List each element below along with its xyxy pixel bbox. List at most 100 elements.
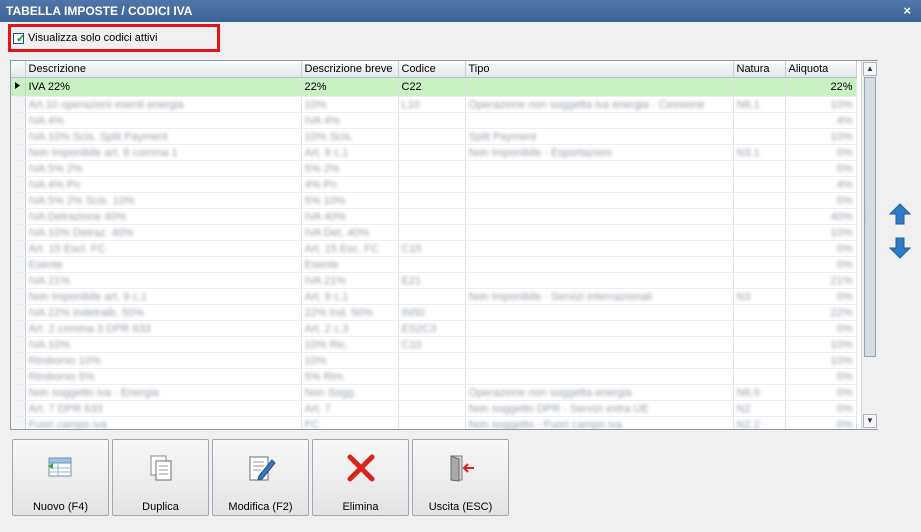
table-row[interactable]: Art.10 operazioni esenti energia 10% L10 Op…	[11, 96, 857, 113]
move-up-button[interactable]	[886, 200, 914, 228]
active-codes-checkbox[interactable]: ✓	[13, 33, 25, 45]
cell-codice[interactable]	[398, 160, 466, 177]
cell-codice[interactable]: C22	[398, 77, 466, 97]
cell-aliquota[interactable]: 22%	[785, 304, 857, 321]
cell-aliquota[interactable]: 5%	[785, 160, 857, 177]
column-header-tipo[interactable]: Tipo	[465, 61, 734, 78]
cell-codice[interactable]	[398, 192, 466, 209]
cell-natura[interactable]: N3	[733, 288, 786, 305]
cell-codice[interactable]: E21	[398, 272, 466, 289]
cell-tipo[interactable]: Split Payment	[465, 128, 734, 145]
cell-descrizione[interactable]: Fuori campo iva	[25, 416, 302, 429]
cell-codice[interactable]	[398, 208, 466, 225]
cell-natura[interactable]	[733, 304, 786, 321]
splitter-grip-icon[interactable]: ⁞ ⁞ ⁞	[864, 206, 872, 227]
cell-natura[interactable]	[733, 128, 786, 145]
cell-natura[interactable]: N2.2	[733, 416, 786, 429]
cell-natura[interactable]: N2	[733, 400, 786, 417]
cell-descrizione[interactable]: IVA 5% 2% Scis. 10%	[25, 192, 302, 209]
cell-tipo[interactable]	[465, 368, 734, 385]
close-icon[interactable]: ×	[903, 3, 911, 18]
cell-tipo[interactable]	[465, 240, 734, 257]
cell-codice[interactable]	[398, 256, 466, 273]
cell-natura[interactable]	[733, 256, 786, 273]
cell-descrizione-breve[interactable]: Art. 9 c.1	[301, 288, 399, 305]
cell-codice[interactable]	[398, 112, 466, 129]
cell-aliquota[interactable]: 10%	[785, 128, 857, 145]
cell-descrizione-breve[interactable]: 10% Ric.	[301, 336, 399, 353]
cell-aliquota[interactable]: 0%	[785, 400, 857, 417]
cell-descrizione-breve[interactable]: IVA Det. 40%	[301, 224, 399, 241]
cell-tipo[interactable]	[465, 208, 734, 225]
table-row[interactable]: IVA Detrazione 40% IVA 40% 40%	[11, 208, 857, 225]
table-row[interactable]: Art. 2 comma 3 DPR 633 Art. 2 c.3 ES2C3 0%	[11, 320, 857, 337]
table-row[interactable]: IVA 10% Detraz. 40% IVA Det. 40% 10%	[11, 224, 857, 241]
cell-codice[interactable]	[398, 288, 466, 305]
cell-tipo[interactable]	[465, 176, 734, 193]
cell-tipo[interactable]	[465, 192, 734, 209]
cell-natura[interactable]: N6.1	[733, 96, 786, 113]
cell-descrizione-breve[interactable]: Art. 2 c.3	[301, 320, 399, 337]
cell-descrizione[interactable]: IVA 22%	[25, 77, 302, 97]
cell-aliquota[interactable]: 21%	[785, 272, 857, 289]
cell-descrizione[interactable]: Art. 15 Escl. FC	[25, 240, 302, 257]
cell-tipo[interactable]: Operazione non soggetta iva energia - Ce…	[465, 96, 734, 113]
cell-descrizione-breve[interactable]: FC	[301, 416, 399, 429]
table-row[interactable]: Art. 7 DPR 633 Art. 7 Non soggetto DPR - S…	[11, 400, 857, 417]
cell-codice[interactable]	[398, 384, 466, 401]
cell-descrizione-breve[interactable]: 5% 10%	[301, 192, 399, 209]
cell-codice[interactable]	[398, 368, 466, 385]
table-row[interactable]: IVA 5% 2% 5% 2% 5%	[11, 160, 857, 177]
cell-descrizione-breve[interactable]: 5% 2%	[301, 160, 399, 177]
cell-natura[interactable]	[733, 272, 786, 289]
cell-codice[interactable]: C10	[398, 336, 466, 353]
cell-codice[interactable]	[398, 352, 466, 369]
cell-natura[interactable]	[733, 208, 786, 225]
cell-natura[interactable]	[733, 336, 786, 353]
cell-codice[interactable]	[398, 400, 466, 417]
grid-vertical-scrollbar[interactable]: ▲ ▼	[861, 61, 878, 429]
cell-aliquota[interactable]: 0%	[785, 288, 857, 305]
table-row[interactable]: Esente Esente 0%	[11, 256, 857, 273]
cell-tipo[interactable]: Non imponibile - Servizi internazionali	[465, 288, 734, 305]
cell-descrizione[interactable]: IVA Detrazione 40%	[25, 208, 302, 225]
cell-aliquota[interactable]: 0%	[785, 256, 857, 273]
cell-aliquota[interactable]: 0%	[785, 416, 857, 429]
cell-descrizione-breve[interactable]: Art. 8 c.1	[301, 144, 399, 161]
table-row[interactable]: Non imponibile art. 8 comma 1 Art. 8 c.1 N…	[11, 144, 857, 161]
table-row[interactable]: Non imponibile art. 9 c.1 Art. 9 c.1 Non i…	[11, 288, 857, 305]
cell-aliquota[interactable]: 5%	[785, 368, 857, 385]
cell-natura[interactable]	[733, 112, 786, 129]
cell-aliquota[interactable]: 10%	[785, 224, 857, 241]
column-header-descrizione-breve[interactable]: Descrizione breve	[301, 61, 399, 78]
column-header-descrizione[interactable]: Descrizione	[25, 61, 302, 78]
cell-natura[interactable]	[733, 224, 786, 241]
cell-aliquota[interactable]: 0%	[785, 384, 857, 401]
cell-tipo[interactable]	[465, 352, 734, 369]
duplicate-button[interactable]: Duplica	[112, 439, 209, 516]
column-header-codice[interactable]: Codice	[398, 61, 466, 78]
table-row[interactable]: Art. 15 Escl. FC Art. 15 Esc. FC C15 0%	[11, 240, 857, 257]
cell-descrizione-breve[interactable]: Art. 15 Esc. FC	[301, 240, 399, 257]
cell-descrizione-breve[interactable]: Esente	[301, 256, 399, 273]
column-header-natura[interactable]: Natura	[733, 61, 786, 78]
cell-aliquota[interactable]: 0%	[785, 240, 857, 257]
cell-natura[interactable]	[733, 320, 786, 337]
table-row[interactable]: Non soggetto iva - Energia Non Sogg. Opera…	[11, 384, 857, 401]
cell-aliquota[interactable]: 4%	[785, 176, 857, 193]
cell-descrizione[interactable]: Esente	[25, 256, 302, 273]
cell-descrizione[interactable]: Non soggetto iva - Energia	[25, 384, 302, 401]
cell-descrizione-breve[interactable]: IVA 21%	[301, 272, 399, 289]
cell-natura[interactable]	[733, 77, 786, 97]
cell-codice[interactable]: C15	[398, 240, 466, 257]
cell-codice[interactable]	[398, 128, 466, 145]
table-row[interactable]: IVA 21% IVA 21% E21 21%	[11, 272, 857, 289]
cell-descrizione-breve[interactable]: 10% Scis.	[301, 128, 399, 145]
exit-button[interactable]: Uscita (ESC)	[412, 439, 509, 516]
cell-descrizione-breve[interactable]: IVA 4%	[301, 112, 399, 129]
delete-button[interactable]: Elimina	[312, 439, 409, 516]
cell-descrizione[interactable]: Rimborso 10%	[25, 352, 302, 369]
table-row[interactable]: IVA 4% IVA 4% 4%	[11, 112, 857, 129]
cell-codice[interactable]: IN50	[398, 304, 466, 321]
cell-descrizione-breve[interactable]: 22%	[301, 77, 399, 97]
